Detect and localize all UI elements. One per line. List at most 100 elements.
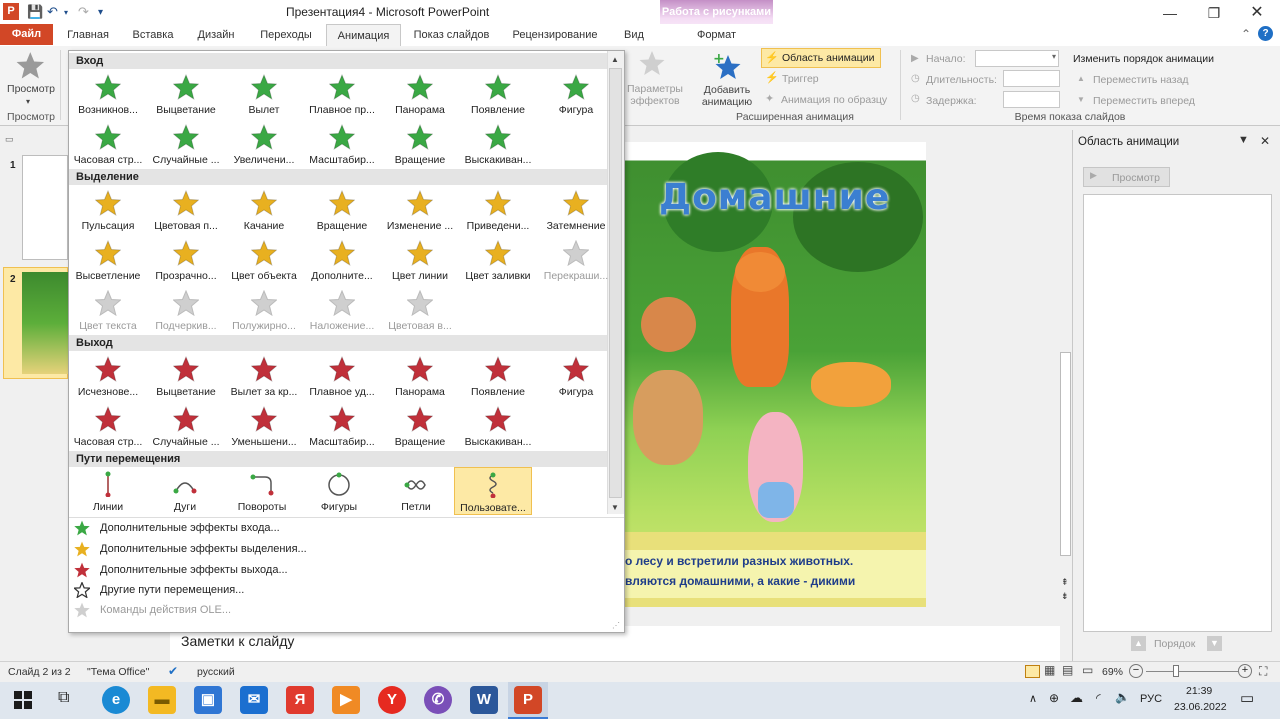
powerpoint-icon[interactable]: P (514, 686, 542, 714)
more-exit-effects[interactable]: Дополнительные эффекты выхода... (72, 560, 612, 580)
language-indicator[interactable]: русский (197, 666, 235, 678)
yandex-browser-icon[interactable]: Y (378, 686, 406, 714)
volume-icon[interactable]: 🔈 (1115, 690, 1130, 704)
file-explorer-icon[interactable]: ▬ (148, 686, 176, 714)
preview-button[interactable]: Просмотр (6, 83, 56, 95)
tab-view[interactable]: Вид (612, 24, 656, 46)
clock-date[interactable]: 23.06.2022 (1174, 701, 1227, 713)
more-emphasis-effects[interactable]: Дополнительные эффекты выделения... (72, 539, 612, 559)
zoom-slider-thumb[interactable] (1173, 665, 1179, 677)
emphasis-effect[interactable]: Цвет текста (69, 286, 147, 334)
animation-list[interactable] (1083, 194, 1272, 632)
start-button-icon[interactable] (14, 691, 32, 709)
task-pane-menu-icon[interactable]: ▼ (1238, 134, 1249, 146)
tab-home[interactable]: Главная (58, 24, 118, 46)
tab-review[interactable]: Рецензирование (505, 24, 605, 46)
zoom-level[interactable]: 69% (1102, 666, 1123, 678)
motion-path-option[interactable]: Дуги (146, 467, 224, 515)
motion-path-option[interactable]: Петли (377, 467, 455, 515)
undo-dropdown-icon[interactable]: ▾ (64, 8, 68, 17)
onedrive-icon[interactable]: ☁ (1070, 690, 1083, 706)
tab-transitions[interactable]: Переходы (250, 24, 322, 46)
start-select[interactable] (975, 50, 1059, 67)
spellcheck-icon[interactable]: ✔ (168, 664, 178, 678)
tab-animations[interactable]: Анимация (326, 24, 401, 46)
theme-name[interactable]: "Тема Office" (87, 666, 149, 678)
animation-pane-button[interactable]: Область анимации (782, 52, 874, 64)
minimize-icon[interactable]: — (1150, 2, 1190, 24)
mail-icon[interactable]: ✉ (240, 686, 268, 714)
zoom-slider-track[interactable] (1146, 671, 1238, 672)
exit-effect[interactable]: Исчезнове... (69, 352, 147, 400)
effect-options-button[interactable]: Параметры эффектов (624, 83, 686, 107)
exit-effect[interactable]: Масштабир... (303, 402, 381, 450)
outline-toggle-icon[interactable]: ▭ (5, 134, 14, 145)
order-up-icon[interactable]: ▲ (1131, 636, 1146, 651)
media-player-icon[interactable]: ▶ (332, 686, 360, 714)
slide-canvas[interactable]: Домашние о лесу и встретили разных живот… (623, 142, 926, 607)
entrance-effect[interactable]: Возникнов... (69, 70, 147, 118)
prev-slide-icon[interactable]: ⇞ (1061, 577, 1069, 588)
notes-placeholder[interactable]: Заметки к слайду (181, 633, 294, 649)
scrollbar-thumb[interactable] (1060, 352, 1071, 556)
customize-qat-icon[interactable]: ▾ (98, 7, 103, 18)
emphasis-effect[interactable]: Подчеркив... (147, 286, 225, 334)
entrance-effect[interactable]: Фигура (537, 70, 615, 118)
powerpoint-app-icon[interactable]: P (3, 3, 19, 20)
exit-effect[interactable]: Плавное уд... (303, 352, 381, 400)
emphasis-effect[interactable]: Затемнение (537, 186, 615, 234)
preview-star-icon[interactable] (16, 51, 46, 81)
clock-time[interactable]: 21:39 (1186, 685, 1212, 697)
exit-effect[interactable]: Уменьшени... (225, 402, 303, 450)
slide-caption-line-2[interactable]: вляются домашними, а какие - дикими (625, 574, 855, 588)
motion-path-option[interactable]: Линии (69, 467, 147, 515)
undo-icon[interactable]: ↶ (47, 4, 58, 20)
slide-sorter-icon[interactable]: ▦ (1044, 663, 1055, 677)
tab-file[interactable]: Файл (0, 24, 53, 45)
reading-view-icon[interactable]: ▤ (1062, 663, 1073, 677)
emphasis-effect[interactable]: Наложение... (303, 286, 381, 334)
word-icon[interactable]: W (470, 686, 498, 714)
edge-icon[interactable]: e (102, 686, 130, 714)
emphasis-effect[interactable]: Качание (225, 186, 303, 234)
order-down-icon[interactable]: ▼ (1207, 636, 1222, 651)
task-pane-close-icon[interactable]: ✕ (1260, 134, 1270, 148)
gallery-scroll-up-icon[interactable]: ▲ (611, 55, 619, 64)
entrance-effect[interactable]: Плавное пр... (303, 70, 381, 118)
zoom-in-icon[interactable]: + (1238, 664, 1252, 678)
emphasis-effect[interactable]: Цветовая в... (381, 286, 459, 334)
add-animation-button[interactable]: Добавить анимацию (693, 84, 761, 108)
notification-icon[interactable]: ▭ (1240, 689, 1254, 707)
emphasis-effect[interactable]: Изменение ... (381, 186, 459, 234)
emphasis-effect[interactable]: Цветовая п... (147, 186, 225, 234)
entrance-effect[interactable]: Масштабир... (303, 120, 381, 168)
help-icon[interactable]: ? (1258, 26, 1273, 41)
close-icon[interactable]: ✕ (1237, 2, 1277, 24)
yandex-icon[interactable]: Я (286, 686, 314, 714)
emphasis-effect[interactable]: Приведени... (459, 186, 537, 234)
exit-effect[interactable]: Случайные ... (147, 402, 225, 450)
trigger-button[interactable]: Триггер (782, 73, 819, 85)
entrance-effect[interactable]: Панорама (381, 70, 459, 118)
ribbon-collapse-icon[interactable]: ⌃ (1241, 27, 1251, 41)
viber-icon[interactable]: ✆ (424, 686, 452, 714)
entrance-effect[interactable]: Вращение (381, 120, 459, 168)
emphasis-effect[interactable]: Прозрачно... (147, 236, 225, 284)
emphasis-effect[interactable]: Дополните... (303, 236, 381, 284)
entrance-effect[interactable]: Часовая стр... (69, 120, 147, 168)
effect-options-icon[interactable] (639, 50, 669, 80)
slide-thumbnail-2[interactable] (22, 272, 68, 374)
emphasis-effect[interactable]: Высветление (69, 236, 147, 284)
emphasis-effect[interactable]: Пульсация (69, 186, 147, 234)
entrance-effect[interactable]: Выцветание (147, 70, 225, 118)
motion-path-option[interactable]: Пользовате... (454, 467, 532, 515)
emphasis-effect[interactable]: Цвет объекта (225, 236, 303, 284)
store-icon[interactable]: ▣ (194, 686, 222, 714)
entrance-effect[interactable]: Случайные ... (147, 120, 225, 168)
tray-app-icon[interactable]: ⊕ (1049, 691, 1059, 705)
normal-view-icon[interactable] (1025, 665, 1040, 678)
zoom-out-icon[interactable]: − (1129, 664, 1143, 678)
tray-overflow-icon[interactable]: ∧ (1029, 692, 1037, 705)
task-view-icon[interactable]: ⧉ (58, 689, 69, 707)
exit-effect[interactable]: Вращение (381, 402, 459, 450)
